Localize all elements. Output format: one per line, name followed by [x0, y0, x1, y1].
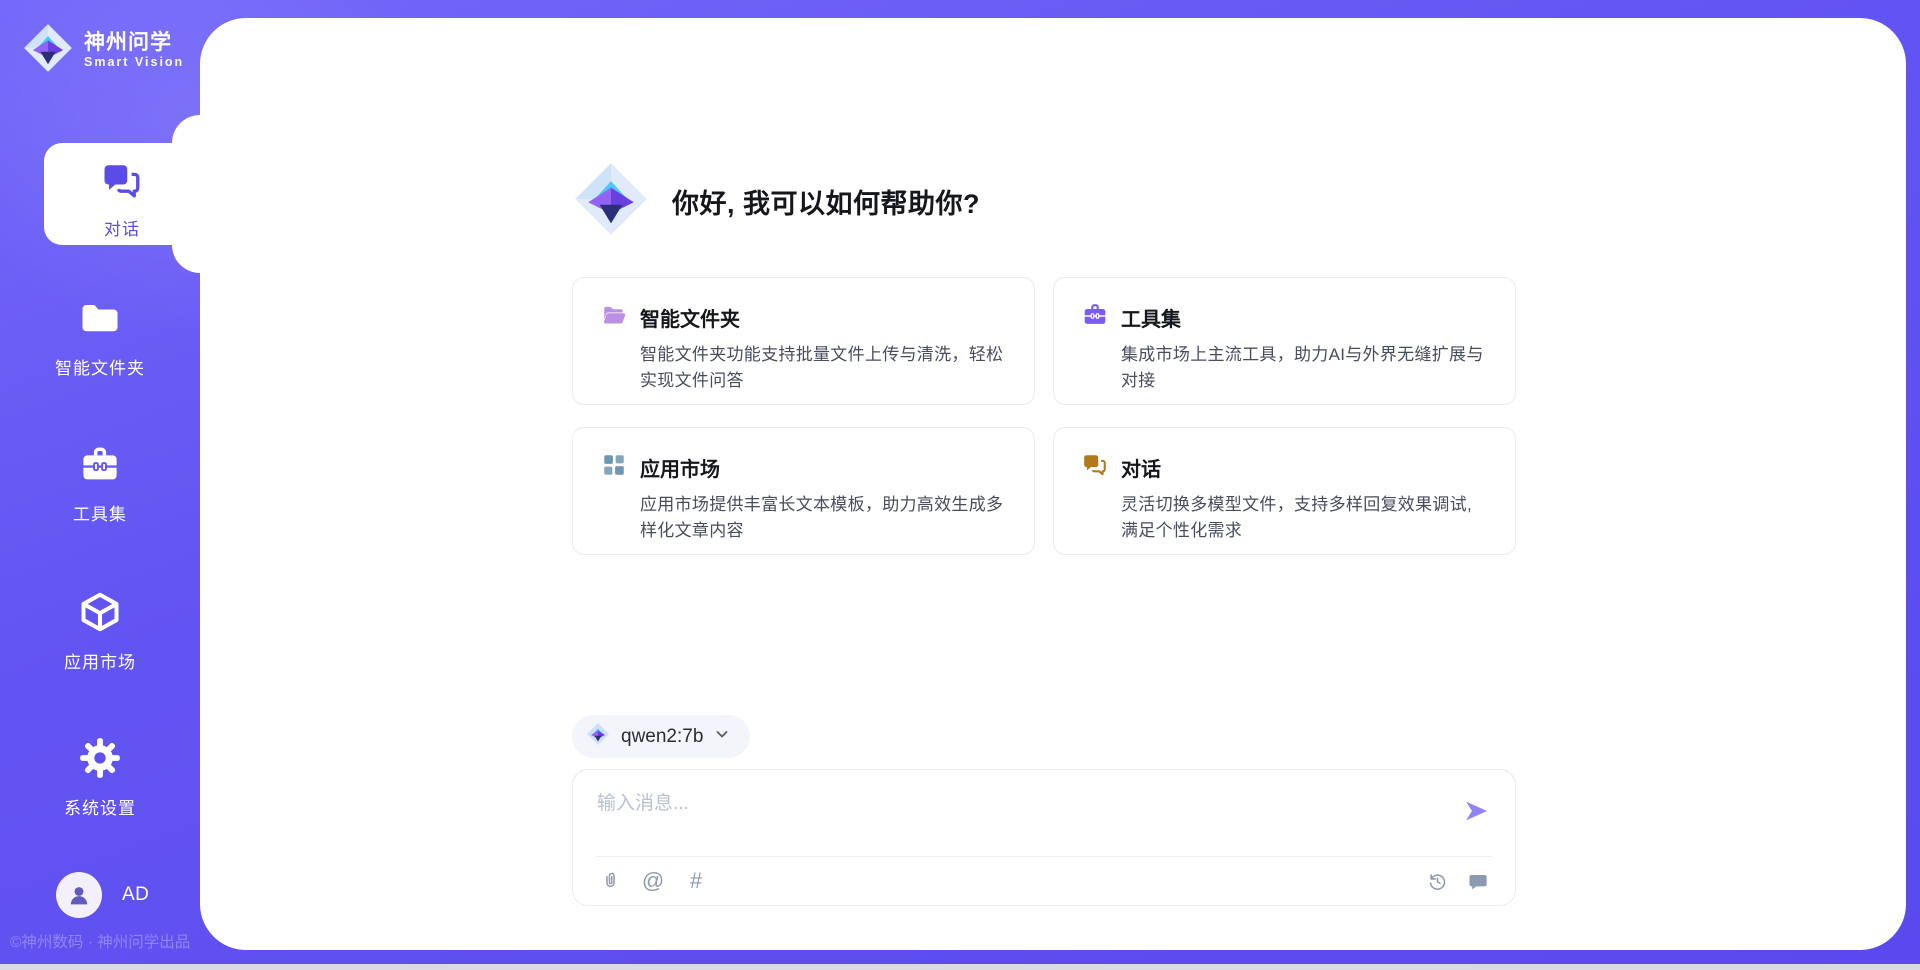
model-selector[interactable]: qwen2:7b	[572, 715, 750, 758]
card-description: 智能文件夹功能支持批量文件上传与清洗，轻松实现文件问答	[601, 342, 1006, 395]
model-diamond-icon	[586, 722, 610, 751]
send-button[interactable]	[1461, 796, 1491, 826]
avatar	[56, 872, 102, 918]
card-toolset[interactable]: 工具集 集成市场上主流工具，助力AI与外界无缝扩展与对接	[1053, 277, 1516, 405]
brand-logo: 神州问学 Smart Vision	[22, 22, 184, 79]
card-description: 集成市场上主流工具，助力AI与外界无缝扩展与对接	[1082, 342, 1487, 395]
user-account[interactable]: AD	[56, 872, 149, 918]
card-title: 工具集	[1121, 303, 1181, 332]
assistant-diamond-icon	[572, 160, 650, 243]
hash-icon: #	[690, 870, 702, 892]
message-composer: @ #	[572, 769, 1516, 906]
card-title: 智能文件夹	[640, 303, 740, 332]
greeting-text: 你好, 我可以如何帮助你?	[672, 182, 980, 221]
feature-cards: 智能文件夹 智能文件夹功能支持批量文件上传与清洗，轻松实现文件问答 工具集 集成…	[572, 277, 1516, 555]
brand-subtitle: Smart Vision	[84, 55, 184, 69]
copyright-text: ©神州数码 · 神州问学出品	[10, 930, 200, 952]
sidebar-item-toolset[interactable]: 工具集	[0, 444, 200, 525]
card-title: 应用市场	[640, 453, 720, 482]
folder-icon	[78, 298, 122, 345]
sidebar-item-smart-folder[interactable]: 智能文件夹	[0, 298, 200, 379]
card-app-market[interactable]: 应用市场 应用市场提供丰富长文本模板，助力高效生成多样化文章内容	[572, 427, 1035, 555]
user-initials: AD	[122, 884, 149, 906]
message-input[interactable]	[597, 788, 1437, 844]
gear-icon	[78, 736, 122, 785]
chat-icon	[1082, 452, 1108, 483]
bottom-edge-strip	[0, 964, 1920, 970]
chat-icon	[101, 160, 143, 207]
tab-curve-top	[172, 115, 200, 143]
at-icon: @	[642, 870, 664, 892]
sidebar-item-label: 系统设置	[64, 794, 136, 819]
mention-button[interactable]: @	[640, 868, 666, 894]
attachment-button[interactable]	[597, 868, 623, 894]
history-button[interactable]	[1424, 868, 1450, 894]
model-name: qwen2:7b	[621, 726, 703, 748]
sidebar-item-label: 工具集	[73, 500, 127, 525]
toolbox-icon	[1082, 302, 1108, 333]
cube-icon	[78, 590, 122, 639]
folder-open-icon	[601, 302, 627, 333]
chevron-down-icon	[714, 726, 730, 747]
sidebar-item-label: 智能文件夹	[55, 354, 145, 379]
sidebar-item-label: 对话	[104, 215, 140, 240]
toolbox-icon	[78, 444, 122, 491]
composer-divider	[597, 856, 1491, 857]
hashtag-button[interactable]: #	[683, 868, 709, 894]
card-title: 对话	[1121, 453, 1161, 482]
hero-greeting: 你好, 我可以如何帮助你?	[572, 160, 980, 243]
sidebar-item-app-market[interactable]: 应用市场	[0, 590, 200, 673]
sidebar: 神州问学 Smart Vision 对话	[0, 0, 200, 970]
app-window: 神州问学 Smart Vision 对话	[0, 0, 1920, 970]
brand-name: 神州问学	[84, 31, 184, 55]
sidebar-item-chat[interactable]: 对话	[44, 143, 204, 245]
tab-curve-bottom	[172, 245, 200, 273]
chat-bubble-button[interactable]	[1465, 868, 1491, 894]
grid-icon	[601, 452, 627, 483]
brand-diamond-icon	[22, 22, 74, 79]
card-smart-folder[interactable]: 智能文件夹 智能文件夹功能支持批量文件上传与清洗，轻松实现文件问答	[572, 277, 1035, 405]
card-description: 灵活切换多模型文件，支持多样回复效果调试,满足个性化需求	[1082, 492, 1487, 545]
card-description: 应用市场提供丰富长文本模板，助力高效生成多样化文章内容	[601, 492, 1006, 545]
card-chat[interactable]: 对话 灵活切换多模型文件，支持多样回复效果调试,满足个性化需求	[1053, 427, 1516, 555]
sidebar-item-settings[interactable]: 系统设置	[0, 736, 200, 819]
sidebar-item-label: 应用市场	[64, 648, 136, 673]
